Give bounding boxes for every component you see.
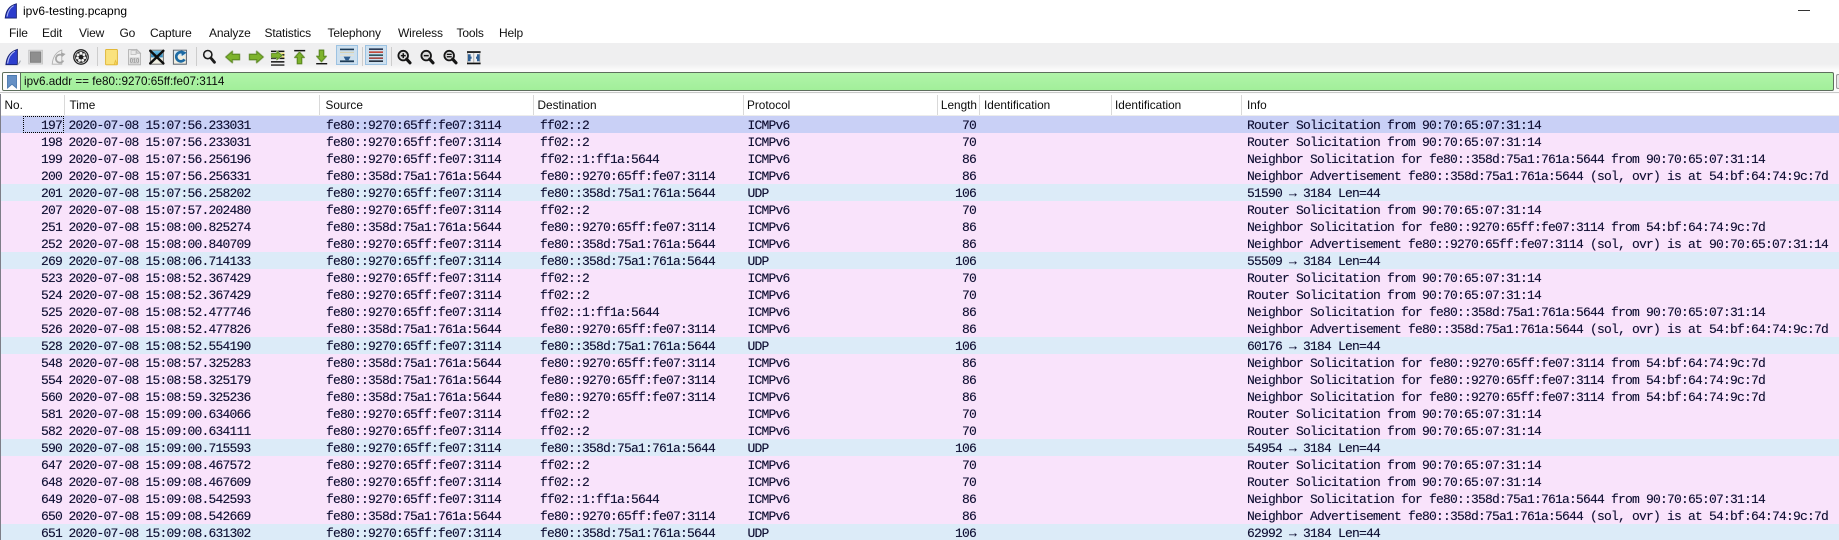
svg-text:010: 010 — [130, 58, 139, 64]
